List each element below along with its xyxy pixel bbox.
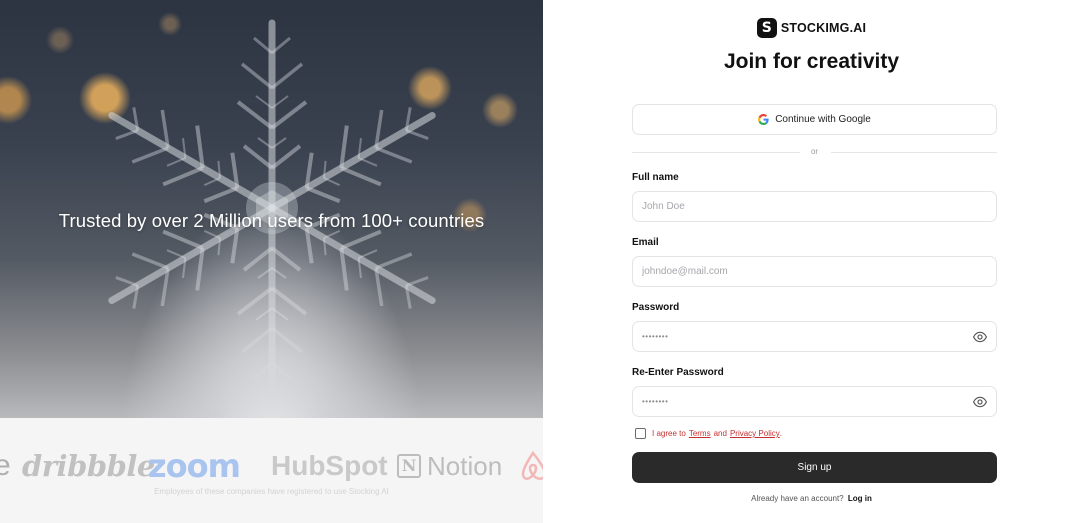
hero-tagline: Trusted by over 2 Million users from 100… xyxy=(58,210,485,231)
terms-link[interactable]: Terms xyxy=(689,429,711,438)
log-in-link[interactable]: Log in xyxy=(848,494,872,503)
password-field[interactable]: •••••••• xyxy=(632,321,997,352)
notion-logo: N Notion xyxy=(397,449,502,483)
signup-panel: S STOCKIMG.AI Join for creativity Contin… xyxy=(543,0,1080,523)
reenter-password-label: Re-Enter Password xyxy=(632,367,724,378)
agree-suffix: . xyxy=(779,429,782,438)
zoom-logo: zoom xyxy=(148,447,241,485)
company-logos-strip: e dribbble zoom HubSpot N Notion Employe… xyxy=(0,418,543,523)
partial-logo-left: e xyxy=(0,449,11,482)
show-password-eye-icon[interactable] xyxy=(973,331,987,343)
full-name-field[interactable] xyxy=(632,191,997,222)
google-icon xyxy=(758,114,769,125)
divider-line-right xyxy=(831,152,997,153)
reenter-password-masked-value: •••••••• xyxy=(642,397,669,406)
sign-up-button[interactable]: Sign up xyxy=(632,452,997,483)
brand-logo[interactable]: S STOCKIMG.AI xyxy=(543,18,1080,38)
agree-prefix: I agree to xyxy=(652,429,686,438)
logos-caption: Employees of these companies have regist… xyxy=(154,487,389,496)
full-name-label: Full name xyxy=(632,172,679,183)
airbnb-logo-icon xyxy=(521,450,543,480)
password-masked-value: •••••••• xyxy=(642,332,669,341)
notion-icon: N xyxy=(397,454,421,478)
terms-agreement: I agree to Terms and Privacy Policy . xyxy=(635,428,782,439)
show-reenter-password-eye-icon[interactable] xyxy=(973,396,987,408)
full-name-input[interactable] xyxy=(633,192,953,221)
password-label: Password xyxy=(632,302,680,313)
terms-checkbox[interactable] xyxy=(635,428,646,439)
dribbble-logo: dribbble xyxy=(22,449,155,483)
email-label: Email xyxy=(632,237,659,248)
privacy-policy-link[interactable]: Privacy Policy xyxy=(730,429,780,438)
snowflake-hero-image: Trusted by over 2 Million users from 100… xyxy=(0,0,543,418)
agree-and: and xyxy=(713,429,727,438)
continue-with-google-button[interactable]: Continue with Google xyxy=(632,104,997,135)
email-input[interactable] xyxy=(633,257,953,286)
reenter-password-field[interactable]: •••••••• xyxy=(632,386,997,417)
hubspot-logo: HubSpot xyxy=(271,450,388,481)
brand-name: STOCKIMG.AI xyxy=(780,21,867,35)
page-title: Join for creativity xyxy=(723,50,900,73)
login-prompt-text: Already have an account? xyxy=(751,494,844,503)
or-divider: or xyxy=(632,146,997,158)
marketing-panel: Trusted by over 2 Million users from 100… xyxy=(0,0,543,523)
snowflake-illustration xyxy=(0,0,543,418)
stockimg-logo-icon: S xyxy=(756,18,777,38)
login-prompt-row: Already have an account? Log in xyxy=(543,494,1080,503)
notion-logo-text: Notion xyxy=(427,451,503,481)
email-field[interactable] xyxy=(632,256,997,287)
google-button-label: Continue with Google xyxy=(775,114,871,125)
